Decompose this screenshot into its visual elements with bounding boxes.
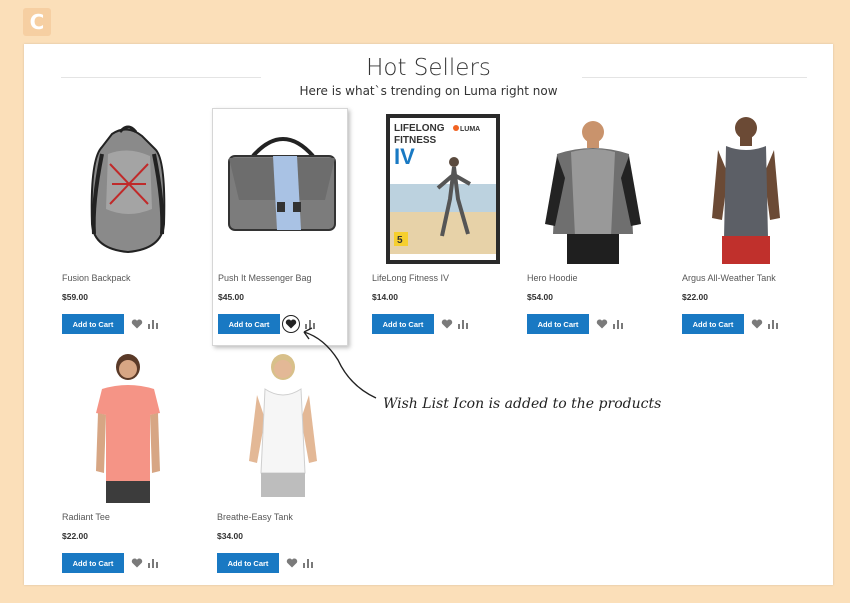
compare-icon[interactable] [148, 558, 159, 568]
add-to-cart-button[interactable]: Add to Cart [218, 314, 280, 334]
section-title: Hot Sellers [366, 55, 491, 81]
product-price: $14.00 [372, 292, 398, 302]
product-price: $22.00 [682, 292, 708, 302]
hot-sellers-panel: Hot Sellers Here is what`s trending on L… [24, 44, 833, 585]
site-logo: C [23, 8, 51, 36]
product-card-highlighted: Push It Messenger Bag $45.00 Add to Cart [212, 108, 348, 346]
dvd-title-line3: IV [394, 144, 415, 169]
product-price: $22.00 [62, 531, 88, 541]
product-image-hoodie[interactable] [527, 114, 657, 264]
product-image-dvd[interactable]: LIFELONG FITNESS IV LUMA 5 [384, 114, 502, 264]
product-card: LIFELONG FITNESS IV LUMA 5 LifeLong Fitn… [372, 114, 507, 339]
product-card: Argus All-Weather Tank $22.00 Add to Car… [682, 114, 817, 339]
product-name[interactable]: Hero Hoodie [527, 273, 578, 283]
add-to-cart-button[interactable]: Add to Cart [682, 314, 744, 334]
compare-icon[interactable] [458, 319, 469, 329]
product-card: Radiant Tee $22.00 Add to Cart [62, 353, 197, 578]
dvd-title-line1: LIFELONG [394, 123, 445, 134]
heart-icon[interactable] [286, 557, 298, 569]
compare-icon[interactable] [613, 319, 624, 329]
heart-icon[interactable] [441, 318, 453, 330]
compare-icon[interactable] [303, 558, 314, 568]
compare-icon[interactable] [768, 319, 779, 329]
product-card: Hero Hoodie $54.00 Add to Cart [527, 114, 662, 339]
heart-icon[interactable] [131, 557, 143, 569]
product-price: $59.00 [62, 292, 88, 302]
product-name[interactable]: Fusion Backpack [62, 273, 131, 283]
section-subtitle: Here is what`s trending on Luma right no… [299, 84, 558, 98]
product-image-backpack[interactable] [62, 114, 192, 264]
product-image-tee[interactable] [62, 353, 192, 503]
product-name[interactable]: Push It Messenger Bag [218, 273, 312, 283]
heart-icon[interactable] [751, 318, 763, 330]
product-price: $34.00 [217, 531, 243, 541]
dvd-brand: LUMA [460, 126, 480, 133]
product-name[interactable]: Radiant Tee [62, 512, 110, 522]
add-to-cart-button[interactable]: Add to Cart [527, 314, 589, 334]
product-price: $45.00 [218, 292, 244, 302]
product-card: Fusion Backpack $59.00 Add to Cart [62, 114, 197, 339]
wish-list-annotation: Wish List Icon is added to the products [383, 396, 662, 412]
product-name[interactable]: LifeLong Fitness IV [372, 273, 449, 283]
add-to-cart-button[interactable]: Add to Cart [62, 314, 124, 334]
heart-icon[interactable] [596, 318, 608, 330]
dvd-badge: 5 [397, 235, 403, 246]
add-to-cart-button[interactable]: Add to Cart [217, 553, 279, 573]
callout-arrow [303, 327, 377, 399]
product-price: $54.00 [527, 292, 553, 302]
product-image-tank[interactable] [682, 114, 812, 264]
compare-icon[interactable] [148, 319, 159, 329]
product-name[interactable]: Argus All-Weather Tank [682, 273, 776, 283]
add-to-cart-button[interactable]: Add to Cart [62, 553, 124, 573]
product-name[interactable]: Breathe-Easy Tank [217, 512, 293, 522]
heart-icon[interactable] [131, 318, 143, 330]
product-image-messenger-bag[interactable] [217, 114, 347, 264]
